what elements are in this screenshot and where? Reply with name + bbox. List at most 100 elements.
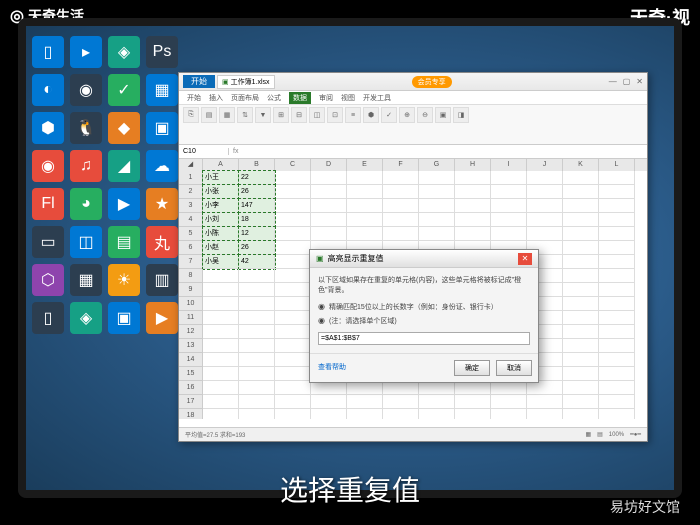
desktop-icon[interactable]: ◈	[70, 302, 102, 334]
zoom-slider[interactable]: ━●━	[630, 431, 641, 438]
cell[interactable]	[347, 381, 383, 395]
cell[interactable]	[527, 381, 563, 395]
cell[interactable]	[599, 185, 635, 199]
row-header[interactable]: 1	[179, 171, 203, 185]
row-header[interactable]: 12	[179, 325, 203, 339]
cell[interactable]	[203, 311, 239, 325]
ribbon-tab[interactable]: 视图	[341, 93, 355, 103]
cell[interactable]: 小李	[203, 199, 239, 213]
cell[interactable]	[491, 395, 527, 409]
cell[interactable]	[311, 227, 347, 241]
select-all-corner[interactable]: ◢	[179, 159, 203, 171]
cell[interactable]	[239, 283, 275, 297]
cell[interactable]	[419, 199, 455, 213]
cell[interactable]: 147	[239, 199, 275, 213]
cell[interactable]: 小赵	[203, 241, 239, 255]
cell[interactable]	[275, 269, 311, 283]
cell[interactable]	[491, 381, 527, 395]
cell[interactable]	[563, 241, 599, 255]
cell[interactable]	[203, 409, 239, 419]
maximize-button[interactable]: ▢	[623, 77, 631, 86]
ribbon-button[interactable]: ▣	[435, 107, 451, 123]
cell[interactable]	[455, 409, 491, 419]
cell[interactable]	[563, 171, 599, 185]
desktop-icon-wechat[interactable]: ◕	[70, 188, 102, 220]
cell[interactable]	[347, 199, 383, 213]
cell[interactable]	[239, 353, 275, 367]
cell[interactable]	[599, 241, 635, 255]
cell[interactable]	[599, 283, 635, 297]
desktop-icon[interactable]: ▯	[32, 36, 64, 68]
cell[interactable]	[275, 283, 311, 297]
cell[interactable]	[347, 227, 383, 241]
ribbon-button[interactable]: ⎘	[183, 107, 199, 123]
cell[interactable]	[599, 311, 635, 325]
ribbon-button[interactable]: ⇅	[237, 107, 253, 123]
cell[interactable]	[599, 199, 635, 213]
desktop-icon[interactable]: ▸	[70, 36, 102, 68]
cell[interactable]	[563, 367, 599, 381]
cell[interactable]: 18	[239, 213, 275, 227]
cell[interactable]	[203, 353, 239, 367]
cell[interactable]	[203, 269, 239, 283]
minimize-button[interactable]: —	[609, 77, 617, 86]
ribbon-tab[interactable]: 开始	[187, 93, 201, 103]
row-header[interactable]: 9	[179, 283, 203, 297]
desktop-icon[interactable]: ◢	[108, 150, 140, 182]
cell[interactable]: 小王	[203, 171, 239, 185]
dialog-option-1[interactable]: 精确匹配15位以上的长数字（例如：身份证、银行卡）	[318, 302, 530, 312]
cell[interactable]	[347, 171, 383, 185]
desktop-icon[interactable]: Fl	[32, 188, 64, 220]
cell[interactable]	[599, 353, 635, 367]
file-tab[interactable]: 开始	[183, 75, 215, 88]
cell[interactable]	[599, 395, 635, 409]
cell[interactable]	[239, 297, 275, 311]
desktop-icon[interactable]: ★	[146, 188, 178, 220]
desktop-icon-qq[interactable]: 🐧	[70, 112, 102, 144]
cell[interactable]	[311, 185, 347, 199]
cell[interactable]	[203, 395, 239, 409]
cell[interactable]	[527, 409, 563, 419]
cell[interactable]	[599, 269, 635, 283]
row-header[interactable]: 5	[179, 227, 203, 241]
ribbon-button[interactable]: ◨	[453, 107, 469, 123]
desktop-icon[interactable]: ◫	[70, 226, 102, 258]
cell[interactable]	[419, 171, 455, 185]
desktop-icon[interactable]: ▶	[146, 302, 178, 334]
cell[interactable]	[203, 325, 239, 339]
cell[interactable]	[383, 213, 419, 227]
column-header[interactable]: A	[203, 159, 239, 171]
desktop-icon[interactable]: ◉	[32, 150, 64, 182]
cell[interactable]	[563, 325, 599, 339]
row-header[interactable]: 2	[179, 185, 203, 199]
cell[interactable]	[563, 199, 599, 213]
row-header[interactable]: 16	[179, 381, 203, 395]
ribbon-button[interactable]: ▤	[201, 107, 217, 123]
cell[interactable]	[239, 395, 275, 409]
cell[interactable]	[455, 185, 491, 199]
cell[interactable]	[275, 395, 311, 409]
cell[interactable]	[275, 297, 311, 311]
desktop-icon[interactable]: ☀	[108, 264, 140, 296]
cell[interactable]	[599, 297, 635, 311]
cell[interactable]	[527, 213, 563, 227]
ribbon-tab-active[interactable]: 数据	[289, 92, 311, 104]
cell[interactable]	[275, 353, 311, 367]
cell[interactable]	[347, 185, 383, 199]
cell[interactable]	[419, 409, 455, 419]
cell[interactable]	[599, 367, 635, 381]
ribbon-tab[interactable]: 公式	[267, 93, 281, 103]
cell[interactable]	[563, 255, 599, 269]
desktop-icon[interactable]: ◐	[32, 74, 64, 106]
zoom-level[interactable]: 100%	[609, 432, 624, 438]
cell[interactable]	[527, 171, 563, 185]
cell[interactable]	[599, 325, 635, 339]
cell[interactable]	[419, 185, 455, 199]
cell[interactable]	[275, 227, 311, 241]
row-header[interactable]: 18	[179, 409, 203, 419]
cell[interactable]	[275, 339, 311, 353]
column-header[interactable]: C	[275, 159, 311, 171]
cell[interactable]	[599, 213, 635, 227]
desktop-icon[interactable]: ▭	[32, 226, 64, 258]
column-header[interactable]: F	[383, 159, 419, 171]
